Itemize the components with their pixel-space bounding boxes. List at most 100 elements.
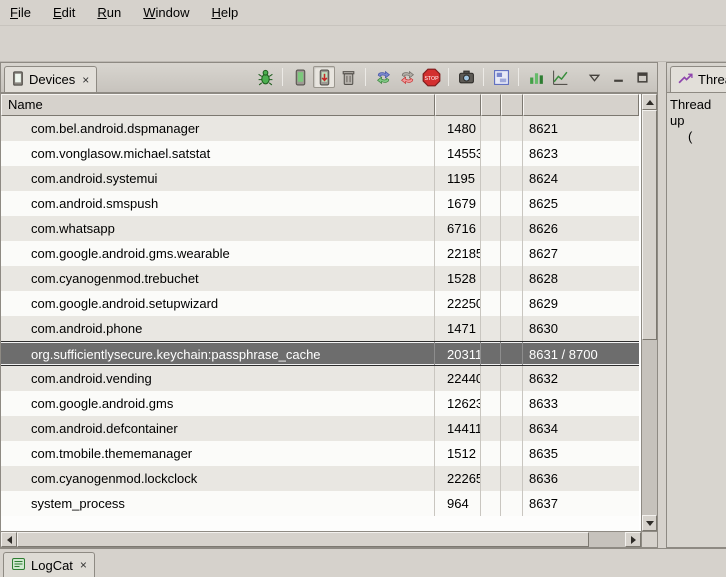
table-row[interactable]: com.google.android.setupwizard 22250 862…: [1, 291, 639, 316]
menu-window[interactable]: Window: [143, 5, 189, 20]
process-pid: 1480: [435, 116, 481, 141]
close-icon[interactable]: ×: [80, 73, 89, 87]
table-row[interactable]: com.tmobile.thememanager 1512 8635: [1, 441, 639, 466]
horizontal-scroll-track[interactable]: [17, 532, 625, 547]
scroll-left-button[interactable]: [1, 532, 17, 547]
tab-logcat-label: LogCat: [31, 558, 73, 573]
view-menu-icon[interactable]: [583, 66, 605, 88]
process-port: 8635: [523, 441, 639, 466]
empty-toolbar: [0, 26, 726, 62]
threads-icon: [678, 71, 693, 89]
device-icon: [12, 71, 24, 89]
table-row[interactable]: com.whatsapp 6716 8626: [1, 216, 639, 241]
table-header: Name: [1, 94, 639, 116]
vertical-scroll-thumb[interactable]: [642, 110, 657, 340]
tab-devices[interactable]: Devices ×: [4, 66, 97, 92]
tab-threads[interactable]: Threads: [670, 66, 726, 92]
minimize-icon[interactable]: [607, 66, 629, 88]
table-row[interactable]: com.android.systemui 1195 8624: [1, 166, 639, 191]
bottom-tabbar: LogCat ×: [0, 548, 726, 577]
table-row[interactable]: com.cyanogenmod.lockclock 22265 8636: [1, 466, 639, 491]
scroll-right-button[interactable]: [625, 532, 641, 547]
panel-sash[interactable]: [658, 62, 666, 548]
menu-edit[interactable]: Edit: [53, 5, 75, 20]
close-icon[interactable]: ×: [78, 558, 87, 572]
process-name: com.google.android.gms.wearable: [1, 241, 435, 266]
scroll-down-button[interactable]: [642, 515, 657, 531]
menu-file[interactable]: File: [10, 5, 31, 20]
cause-gc-icon[interactable]: [337, 66, 359, 88]
menu-help[interactable]: Help: [211, 5, 238, 20]
tab-logcat[interactable]: LogCat ×: [3, 552, 95, 577]
table-row[interactable]: system_process 964 8637: [1, 491, 639, 516]
table-row[interactable]: com.android.vending 22440 8632: [1, 366, 639, 391]
menu-run[interactable]: Run: [97, 5, 121, 20]
blank-cell: [501, 391, 523, 416]
process-name: com.android.smspush: [1, 191, 435, 216]
update-threads-icon[interactable]: [372, 66, 394, 88]
table-row[interactable]: com.cyanogenmod.trebuchet 1528 8628: [1, 266, 639, 291]
process-pid: 14411: [435, 416, 481, 441]
process-name: com.google.android.gms: [1, 391, 435, 416]
process-port: 8626: [523, 216, 639, 241]
network-stats-icon[interactable]: [549, 66, 571, 88]
threads-tabbar: Threads: [667, 63, 726, 93]
vertical-scroll-track[interactable]: [642, 110, 657, 515]
column-header-name[interactable]: Name: [1, 94, 435, 116]
process-name: com.android.vending: [1, 366, 435, 391]
scroll-up-button[interactable]: [642, 94, 657, 110]
vertical-scrollbar[interactable]: [641, 94, 657, 531]
process-pid: 1528: [435, 266, 481, 291]
blank-cell: [481, 116, 501, 141]
column-header-blank1[interactable]: [481, 94, 501, 116]
dump-hprof-icon[interactable]: [313, 66, 335, 88]
toolbar-separator: [448, 68, 449, 86]
update-heap-icon[interactable]: [289, 66, 311, 88]
maximize-icon[interactable]: [631, 66, 653, 88]
blank-cell: [481, 291, 501, 316]
horizontal-scrollbar[interactable]: [1, 531, 641, 547]
device-table-body: com.bel.android.dspmanager 1480 8621 com…: [1, 116, 639, 534]
table-row[interactable]: com.bel.android.dspmanager 1480 8621: [1, 116, 639, 141]
table-row[interactable]: com.android.defcontainer 14411 8634: [1, 416, 639, 441]
column-header-blank2[interactable]: [501, 94, 523, 116]
table-row[interactable]: com.android.phone 1471 8630: [1, 316, 639, 341]
process-pid: 1679: [435, 191, 481, 216]
process-port: 8625: [523, 191, 639, 216]
table-row[interactable]: com.android.smspush 1679 8625: [1, 191, 639, 216]
ddms-window: File Edit Run Window Help Devices ×: [0, 0, 726, 577]
table-row[interactable]: com.vonglasow.michael.satstat 14553 8623: [1, 141, 639, 166]
stop-process-icon[interactable]: STOP: [420, 66, 442, 88]
process-name: system_process: [1, 491, 435, 516]
blank-cell: [481, 316, 501, 341]
blank-cell: [501, 316, 523, 341]
column-header-pid[interactable]: [435, 94, 481, 116]
process-port: 8633: [523, 391, 639, 416]
sysinfo-icon[interactable]: [525, 66, 547, 88]
blank-cell: [481, 216, 501, 241]
horizontal-scroll-thumb[interactable]: [17, 532, 589, 547]
column-header-port[interactable]: [523, 94, 639, 116]
process-name: com.tmobile.thememanager: [1, 441, 435, 466]
process-name: com.whatsapp: [1, 216, 435, 241]
process-pid: 20311: [435, 342, 481, 365]
table-row[interactable]: com.google.android.gms.wearable 22185 86…: [1, 241, 639, 266]
blank-cell: [481, 466, 501, 491]
table-row[interactable]: org.sufficientlysecure.keychain:passphra…: [1, 341, 639, 366]
stop-label: STOP: [424, 75, 439, 81]
capture-ui-hierarchy-icon[interactable]: [490, 66, 512, 88]
blank-cell: [501, 141, 523, 166]
device-table: Name com.bel.android.dspmanager 1480 862…: [1, 93, 657, 547]
process-name: com.cyanogenmod.trebuchet: [1, 266, 435, 291]
process-port: 8631 / 8700: [523, 342, 639, 365]
blank-cell: [501, 416, 523, 441]
screenshot-icon[interactable]: [455, 66, 477, 88]
table-row[interactable]: com.google.android.gms 12623 8633: [1, 391, 639, 416]
method-profiling-icon[interactable]: [396, 66, 418, 88]
process-pid: 964: [435, 491, 481, 516]
process-name: com.android.defcontainer: [1, 416, 435, 441]
process-pid: 1471: [435, 316, 481, 341]
process-port: 8621: [523, 116, 639, 141]
blank-cell: [501, 342, 523, 365]
debug-process-icon[interactable]: [254, 66, 276, 88]
